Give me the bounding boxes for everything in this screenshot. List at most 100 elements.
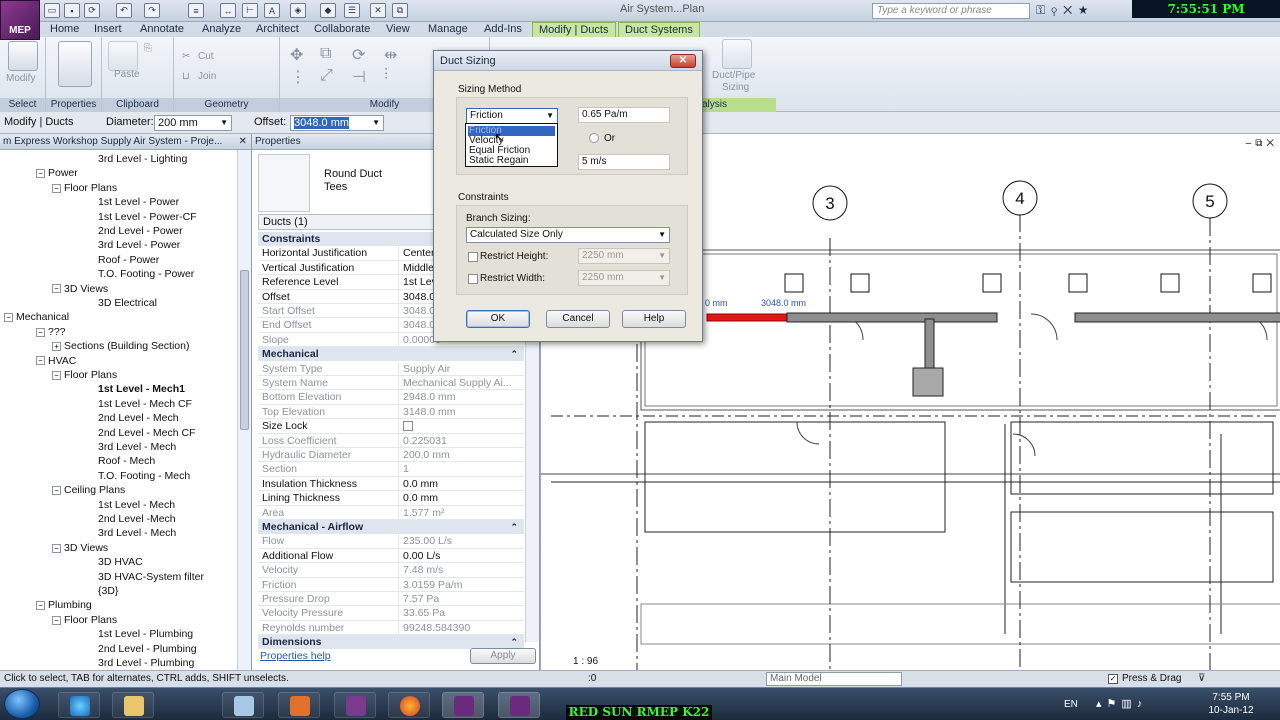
paste-icon[interactable] bbox=[108, 41, 138, 71]
browser-tree-item[interactable]: 1st Level - Mech1 bbox=[98, 382, 185, 396]
offset-value[interactable]: 3048.0 mm bbox=[294, 117, 350, 129]
air-handling-unit[interactable] bbox=[912, 367, 944, 397]
measure-icon[interactable]: ⊢ bbox=[242, 3, 258, 18]
tab-view[interactable]: View bbox=[380, 22, 416, 37]
collapse-icon[interactable]: − bbox=[36, 327, 45, 337]
restrict-width-checkbox[interactable] bbox=[468, 274, 478, 284]
browser-tree-item[interactable]: − HVAC bbox=[36, 354, 76, 368]
collapse-icon[interactable]: − bbox=[4, 313, 13, 323]
browser-tree-item[interactable]: 3D HVAC bbox=[98, 555, 143, 569]
property-row[interactable]: Friction 3.0159 Pa/m bbox=[258, 577, 524, 592]
tab-architect[interactable]: Architect bbox=[250, 22, 305, 37]
property-value[interactable]: 0.0 mm bbox=[398, 476, 522, 491]
mirror-icon[interactable]: ⇹ bbox=[384, 45, 397, 65]
taskbar-ie[interactable] bbox=[58, 692, 100, 718]
restrict-width-input[interactable]: 2250 mm ▼ bbox=[578, 270, 670, 286]
property-row[interactable]: Velocity Pressure 33.65 Pa bbox=[258, 606, 524, 621]
property-row[interactable]: Additional Flow 0.00 L/s bbox=[258, 548, 524, 564]
taskbar-media[interactable] bbox=[334, 692, 376, 718]
collapse-chevron-icon[interactable]: ⌃ bbox=[510, 520, 518, 534]
collapse-icon[interactable]: − bbox=[36, 169, 45, 179]
duct-sizing-icon[interactable] bbox=[722, 39, 752, 69]
taskbar-firefox[interactable] bbox=[388, 692, 430, 718]
close-hidden-icon[interactable]: ✕ bbox=[370, 3, 386, 18]
join-icon[interactable]: ⊔ bbox=[182, 71, 190, 82]
property-row[interactable]: Pressure Drop 7.57 Pa bbox=[258, 592, 524, 607]
browser-tree-item[interactable]: − Mechanical bbox=[4, 310, 69, 324]
browser-tree-item[interactable]: 1st Level - Mech CF bbox=[98, 397, 192, 411]
type-selector-name[interactable]: Round Duct Tees bbox=[324, 168, 382, 194]
tray-icons[interactable]: ▴⚑▥♪ bbox=[1096, 698, 1147, 710]
browser-tree-item[interactable]: − Plumbing bbox=[36, 598, 92, 612]
browser-tree-item[interactable]: 2nd Level - Mech bbox=[98, 411, 179, 425]
properties-icon[interactable] bbox=[58, 41, 92, 87]
browser-tree-item[interactable]: 3D HVAC-System filter bbox=[98, 570, 204, 584]
browser-tree-item[interactable]: 2nd Level - Power bbox=[98, 224, 183, 238]
diameter-dropdown[interactable]: 200 mm ▼ bbox=[154, 115, 232, 131]
tab-duct-systems[interactable]: Duct Systems bbox=[618, 22, 700, 37]
tab-modify-ducts[interactable]: Modify | Ducts bbox=[532, 22, 616, 37]
search-input[interactable]: Type a keyword or phrase bbox=[872, 3, 1030, 19]
browser-tree-item[interactable]: 3rd Level - Lighting bbox=[98, 152, 187, 166]
property-row[interactable]: Loss Coefficient 0.225031 bbox=[258, 433, 524, 448]
thin-lines-icon[interactable]: ☰ bbox=[344, 3, 360, 18]
browser-tree-item[interactable]: 3rd Level - Mech bbox=[98, 526, 176, 540]
dimension-icon[interactable]: ↔ bbox=[220, 3, 236, 18]
redo-icon[interactable]: ↷ bbox=[144, 3, 160, 18]
browser-tree-item[interactable]: − Floor Plans bbox=[52, 368, 117, 382]
design-option-dropdown[interactable]: Main Model bbox=[766, 672, 902, 686]
cut-icon[interactable]: ✂ bbox=[182, 51, 190, 62]
browser-tree-item[interactable]: − Floor Plans bbox=[52, 181, 117, 195]
browser-tree-item[interactable]: 3rd Level - Power bbox=[98, 238, 180, 252]
air-terminal[interactable] bbox=[1068, 273, 1088, 293]
collapse-chevron-icon[interactable]: ⌃ bbox=[510, 347, 518, 361]
3d-view-icon[interactable]: ◈ bbox=[290, 3, 306, 18]
taskbar-office[interactable] bbox=[278, 692, 320, 718]
property-row[interactable]: Area 1.577 m² bbox=[258, 505, 524, 520]
view-window-controls[interactable]: –⧉✕ bbox=[1246, 138, 1278, 149]
move-icon[interactable]: ✥ bbox=[290, 45, 303, 65]
air-terminal[interactable] bbox=[1160, 273, 1180, 293]
browser-tree-item[interactable]: 1st Level - Plumbing bbox=[98, 627, 193, 641]
modify-cursor-icon[interactable] bbox=[8, 41, 38, 71]
selected-duct[interactable] bbox=[706, 313, 788, 322]
size-lock-checkbox[interactable] bbox=[403, 421, 413, 432]
save-icon[interactable]: ▪ bbox=[64, 3, 80, 18]
browser-tree-item[interactable]: − Ceiling Plans bbox=[52, 483, 125, 497]
velocity-input[interactable]: 5 m/s bbox=[578, 154, 670, 170]
property-row[interactable]: Top Elevation 3148.0 mm bbox=[258, 404, 524, 420]
tab-manage[interactable]: Manage bbox=[422, 22, 474, 37]
ok-button[interactable]: OK bbox=[466, 310, 530, 328]
scrollbar-thumb[interactable] bbox=[240, 270, 249, 430]
browser-tree-item[interactable]: 2nd Level -Mech bbox=[98, 512, 176, 526]
branch-sizing-dropdown[interactable]: Calculated Size Only ▼ bbox=[466, 227, 670, 243]
browser-tree-item[interactable]: − Power bbox=[36, 166, 78, 180]
property-row[interactable]: System Name Mechanical Supply Ai... bbox=[258, 376, 524, 391]
array-icon[interactable]: ⋮ bbox=[290, 67, 306, 87]
browser-tree-item[interactable]: 1st Level - Mech bbox=[98, 498, 175, 512]
browser-tree-item[interactable]: Roof - Mech bbox=[98, 454, 155, 468]
text-icon[interactable]: A bbox=[264, 3, 280, 18]
collapse-icon[interactable]: − bbox=[52, 485, 61, 495]
property-row[interactable]: System Type Supply Air bbox=[258, 361, 524, 376]
align-icon[interactable]: ≡ bbox=[188, 3, 204, 18]
scale-icon[interactable]: ⤢ bbox=[320, 67, 333, 85]
property-value[interactable]: 0.0 mm bbox=[398, 491, 522, 506]
property-category[interactable]: Mechanical ⌃ bbox=[258, 347, 524, 362]
property-row[interactable]: Reynolds number 99248.584390 bbox=[258, 620, 524, 636]
language-indicator[interactable]: EN bbox=[1064, 699, 1078, 711]
browser-tree-item[interactable]: T.O. Footing - Power bbox=[98, 267, 194, 281]
browser-tree-item[interactable]: −3D Views bbox=[52, 541, 108, 555]
browser-tree-item[interactable]: − Floor Plans bbox=[52, 613, 117, 627]
browser-tree-item[interactable]: 1st Level - Power bbox=[98, 195, 179, 209]
properties-help-link[interactable]: Properties help bbox=[260, 650, 331, 662]
application-menu-button[interactable]: MEP bbox=[0, 0, 40, 40]
tab-home[interactable]: Home bbox=[44, 22, 85, 37]
collapse-icon[interactable]: − bbox=[52, 543, 61, 553]
filter-icon[interactable]: ⊽ bbox=[1198, 671, 1205, 687]
collapse-icon[interactable]: − bbox=[36, 601, 45, 611]
copy-element-icon[interactable]: ⧉ bbox=[320, 45, 331, 63]
browser-tree-item[interactable]: 3D Electrical bbox=[98, 296, 157, 310]
restrict-height-checkbox[interactable] bbox=[468, 252, 478, 262]
tray-date[interactable]: 10-Jan-12 bbox=[1196, 705, 1266, 717]
